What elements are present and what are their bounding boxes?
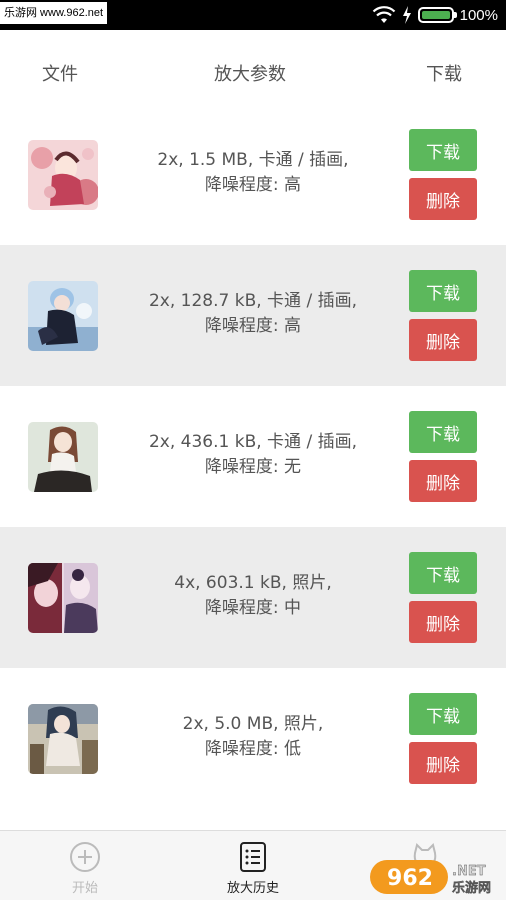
upscale-params: 2x, 128.7 kB, 卡通 / 插画, 降噪程度: 高 <box>108 289 398 339</box>
upscale-params: 2x, 5.0 MB, 照片, 降噪程度: 低 <box>108 712 398 762</box>
upscale-params: 2x, 1.5 MB, 卡通 / 插画, 降噪程度: 高 <box>108 148 398 198</box>
status-bar: 乐游网 www.962.net 100% <box>0 0 506 30</box>
params-line-1: 2x, 5.0 MB, 照片, <box>182 714 324 734</box>
watermark-net: .NET <box>452 864 486 879</box>
upscale-params: 2x, 436.1 kB, 卡通 / 插画, 降噪程度: 无 <box>108 430 398 480</box>
params-line-2: 降噪程度: 低 <box>204 739 302 759</box>
battery-percent: 100% <box>459 6 498 24</box>
thumbnail-image[interactable] <box>28 281 98 351</box>
watermark-962: 962 <box>387 866 433 891</box>
params-line-2: 降噪程度: 高 <box>204 175 302 195</box>
list-item: 2x, 436.1 kB, 卡通 / 插画, 降噪程度: 无 下载 删除 <box>0 386 506 527</box>
list-item: 4x, 603.1 kB, 照片, 降噪程度: 中 下载 删除 <box>0 527 506 668</box>
list-item: 2x, 5.0 MB, 照片, 降噪程度: 低 下载 删除 <box>0 668 506 809</box>
delete-button[interactable]: 删除 <box>409 601 477 643</box>
upscale-params: 4x, 603.1 kB, 照片, 降噪程度: 中 <box>108 571 398 621</box>
download-button[interactable]: 下载 <box>409 411 477 453</box>
table-header: 文件 放大参数 下载 <box>0 38 506 108</box>
charging-icon <box>402 6 411 24</box>
download-button[interactable]: 下载 <box>409 270 477 312</box>
status-watermark: 乐游网 www.962.net <box>0 2 108 24</box>
list-item: 2x, 1.5 MB, 卡通 / 插画, 降噪程度: 高 下载 删除 <box>0 104 506 245</box>
delete-button[interactable]: 删除 <box>409 742 477 784</box>
list-item: 2x, 128.7 kB, 卡通 / 插画, 降噪程度: 高 下载 删除 <box>0 245 506 386</box>
list-icon <box>240 842 266 872</box>
column-header-params: 放大参数 <box>214 64 286 85</box>
column-header-download: 下载 <box>426 64 462 85</box>
battery-icon <box>417 7 457 23</box>
delete-button[interactable]: 删除 <box>409 319 477 361</box>
thumbnail-image[interactable] <box>28 140 98 210</box>
thumbnail-image[interactable] <box>28 563 98 633</box>
download-button[interactable]: 下载 <box>409 552 477 594</box>
status-right: 100% <box>372 0 498 30</box>
column-header-file: 文件 <box>42 64 78 85</box>
params-line-1: 4x, 603.1 kB, 照片, <box>174 573 332 593</box>
thumbnail-image[interactable] <box>28 704 98 774</box>
params-line-2: 降噪程度: 无 <box>204 457 302 477</box>
wifi-icon <box>372 6 395 23</box>
params-line-1: 2x, 1.5 MB, 卡通 / 插画, <box>157 150 349 170</box>
params-line-2: 降噪程度: 中 <box>204 598 302 618</box>
nav-label-start: 开始 <box>71 881 98 896</box>
params-line-2: 降噪程度: 高 <box>204 316 302 336</box>
bottom-nav: 开始 放大历史 962 .NET 乐游网 <box>0 830 506 900</box>
params-line-1: 2x, 128.7 kB, 卡通 / 插画, <box>148 291 357 311</box>
thumbnail-image[interactable] <box>28 422 98 492</box>
download-button[interactable]: 下载 <box>409 129 477 171</box>
watermark-cn: 乐游网 <box>452 880 491 896</box>
nav-item-history[interactable]: 放大历史 <box>193 831 313 900</box>
site-watermark: 962 .NET 乐游网 <box>370 860 491 896</box>
download-button[interactable]: 下载 <box>409 693 477 735</box>
plus-circle-icon <box>70 842 100 872</box>
delete-button[interactable]: 删除 <box>409 460 477 502</box>
params-line-1: 2x, 436.1 kB, 卡通 / 插画, <box>148 432 357 452</box>
nav-label-history: 放大历史 <box>226 881 279 896</box>
history-list: 2x, 1.5 MB, 卡通 / 插画, 降噪程度: 高 下载 删除 2x, 1… <box>0 104 506 809</box>
delete-button[interactable]: 删除 <box>409 178 477 220</box>
nav-item-start[interactable]: 开始 <box>25 831 145 900</box>
